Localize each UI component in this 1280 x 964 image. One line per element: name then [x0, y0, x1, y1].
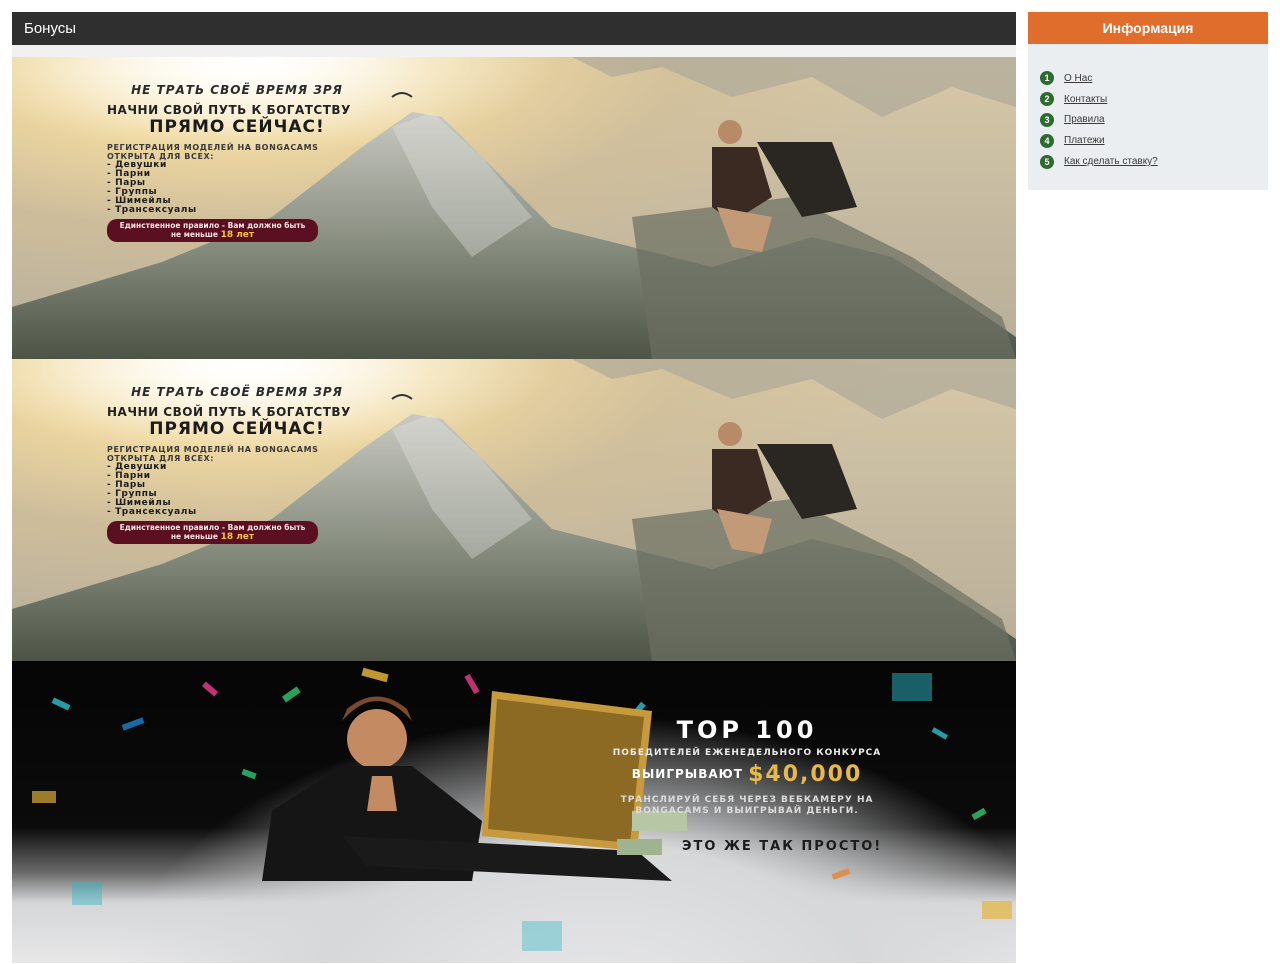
main-content: Бонусы НЕ ТРАТЬ СВОЁ ВРЕМЯ ЗРЯ НАЧНИ СВО… — [12, 12, 1016, 963]
banner-text: НЕ ТРАТЬ СВОЁ ВРЕМЯ ЗРЯ НАЧНИ СВОЙ ПУТЬ … — [107, 83, 407, 242]
banner-subtitle: НАЧНИ СВОЙ ПУТЬ К БОГАТСТВУ — [107, 103, 351, 117]
sidebar-item-contacts: 2 Контакты — [1040, 89, 1268, 110]
list-item: - Трансексуалы — [107, 205, 197, 215]
banner-registration: РЕГИСТРАЦИЯ МОДЕЛЕЙ НА BONGACAMS ОТКРЫТА… — [107, 143, 319, 161]
bonus-banner-2[interactable]: НЕ ТРАТЬ СВОЁ ВРЕМЯ ЗРЯ НАЧНИ СВОЙ ПУТЬ … — [12, 359, 1016, 661]
list-item: - Парни — [107, 169, 151, 179]
bonus-banner-3[interactable]: TOP 100 ПОБЕДИТЕЛЕЙ ЕЖЕНЕДЕЛЬНОГО КОНКУР… — [12, 661, 1016, 963]
sidebar-menu: 1 О Нас 2 Контакты 3 Правила 4 Платежи 5… — [1028, 44, 1268, 172]
list-item: - Трансексуалы — [107, 507, 197, 517]
banner-headline: TOP 100 — [676, 716, 818, 744]
section-header: Бонусы — [12, 12, 1016, 45]
banner-subtitle: ПОБЕДИТЕЛЕЙ ЕЖЕНЕДЕЛЬНОГО КОНКУРСА — [612, 748, 882, 758]
section-title: Бонусы — [24, 20, 77, 37]
banner-text: НЕ ТРАТЬ СВОЁ ВРЕМЯ ЗРЯ НАЧНИ СВОЙ ПУТЬ … — [107, 385, 407, 544]
number-badge: 3 — [1040, 112, 1054, 127]
header-gap — [12, 45, 1016, 57]
age-rule-text: Единственное правило - Вам должно быть н… — [119, 221, 306, 239]
banner-tagline: НЕ ТРАТЬ СВОЁ ВРЕМЯ ЗРЯ — [131, 83, 343, 97]
banner-registration: РЕГИСТРАЦИЯ МОДЕЛЕЙ НА BONGACAMS ОТКРЫТА… — [107, 445, 319, 463]
sidebar-item-about: 1 О Нас — [1040, 68, 1268, 89]
sidebar-link-payments[interactable]: Платежи — [1064, 135, 1105, 146]
sidebar-link-how-to-bet[interactable]: Как сделать ставку? — [1064, 156, 1158, 167]
sidebar-link-about[interactable]: О Нас — [1064, 73, 1092, 84]
list-item: - Парни — [107, 471, 151, 481]
bonus-banner-1[interactable]: НЕ ТРАТЬ СВОЁ ВРЕМЯ ЗРЯ НАЧНИ СВОЙ ПУТЬ … — [12, 57, 1016, 359]
age-rule-text: Единственное правило - Вам должно быть н… — [119, 523, 306, 541]
banner-slogan: ЭТО ЖЕ ТАК ПРОСТО! — [682, 839, 883, 854]
number-badge: 4 — [1040, 133, 1054, 148]
info-sidebar: Информация 1 О Нас 2 Контакты 3 Правила … — [1028, 12, 1268, 190]
number-badge: 1 — [1040, 71, 1054, 86]
sidebar-item-rules: 3 Правила — [1040, 110, 1268, 131]
number-badge: 5 — [1040, 154, 1054, 169]
age-rule-badge: Единственное правило - Вам должно быть н… — [107, 521, 318, 544]
sidebar-title: Информация — [1028, 12, 1268, 44]
banner-headline: ПРЯМО СЕЙЧАС! — [149, 117, 325, 137]
prize-label: ВЫИГРЫВАЮТ — [631, 767, 743, 781]
number-badge: 2 — [1040, 92, 1054, 107]
sidebar-link-rules[interactable]: Правила — [1064, 114, 1105, 125]
banner-description: ТРАНСЛИРУЙ СЕБЯ ЧЕРЕЗ ВЕБКАМЕРУ НА BONGA… — [620, 795, 874, 816]
model-type-list: - Девушки - Парни - Пары - Группы - Шиме… — [107, 161, 407, 215]
banner-subtitle: НАЧНИ СВОЙ ПУТЬ К БОГАТСТВУ — [107, 405, 351, 419]
age-rule-badge: Единственное правило - Вам должно быть н… — [107, 219, 318, 242]
prize-amount: $40,000 — [748, 762, 863, 787]
model-type-list: - Девушки - Парни - Пары - Группы - Шиме… — [107, 463, 407, 517]
sidebar-item-payments: 4 Платежи — [1040, 130, 1268, 151]
sidebar-item-how-to-bet: 5 Как сделать ставку? — [1040, 151, 1268, 172]
banner-text: TOP 100 ПОБЕДИТЕЛЕЙ ЕЖЕНЕДЕЛЬНОГО КОНКУР… — [597, 716, 897, 817]
age-value: 18 лет — [220, 532, 255, 542]
banner-tagline: НЕ ТРАТЬ СВОЁ ВРЕМЯ ЗРЯ — [131, 385, 343, 399]
banner-prize: ВЫИГРЫВАЮТ $40,000 — [597, 762, 897, 787]
list-item: - Девушки — [107, 462, 167, 472]
banner-headline: ПРЯМО СЕЙЧАС! — [149, 419, 325, 439]
list-item: - Девушки — [107, 160, 167, 170]
age-value: 18 лет — [220, 230, 255, 240]
sidebar-link-contacts[interactable]: Контакты — [1064, 94, 1107, 105]
